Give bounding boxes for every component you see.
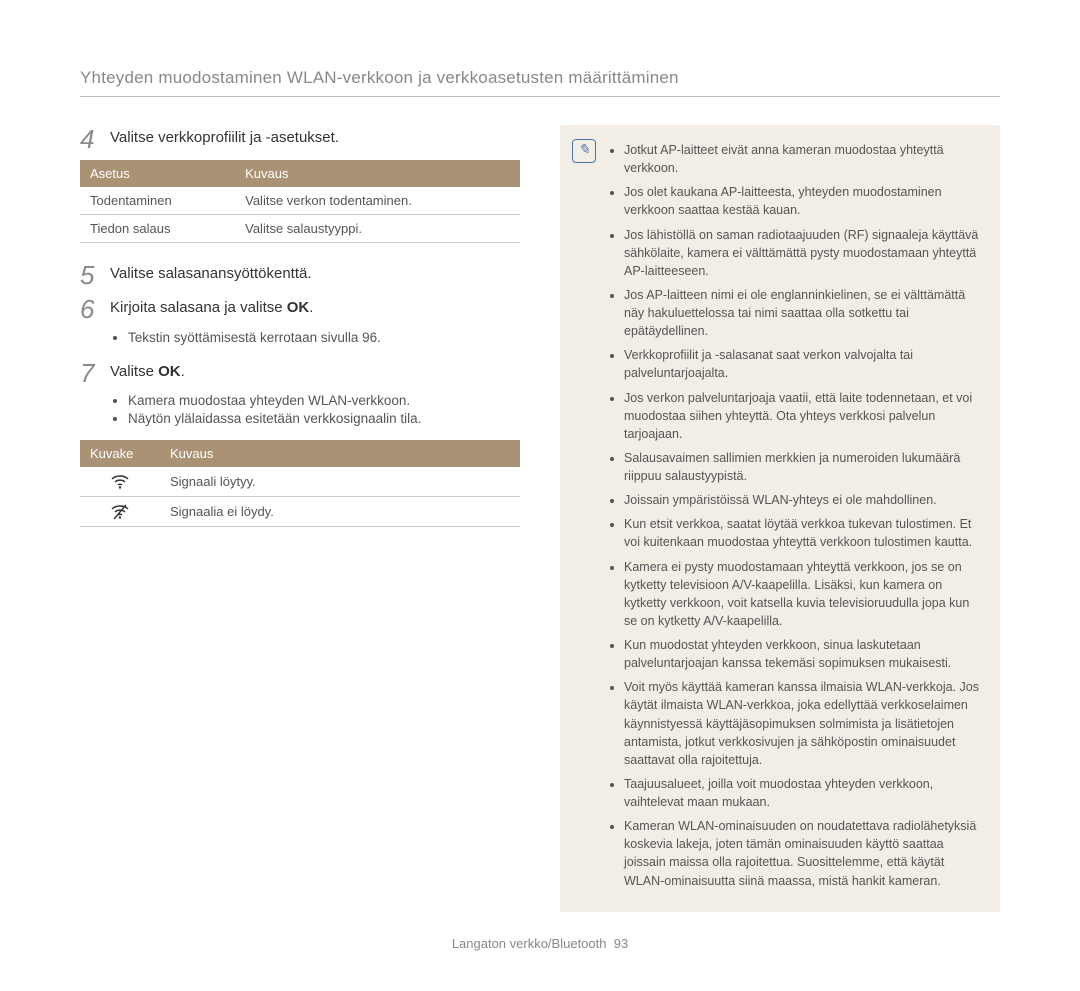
step-text: Valitse OK.: [110, 359, 185, 380]
footer-page-number: 93: [614, 936, 628, 951]
icons-header-description: Kuvaus: [160, 440, 520, 467]
manual-page: Yhteyden muodostaminen WLAN-verkkoon ja …: [0, 0, 1080, 991]
note-box: ✎ Jotkut AP-laitteet eivät anna kameran …: [560, 125, 1000, 912]
setting-name: Todentaminen: [80, 187, 235, 215]
step-text: Valitse verkkoprofiilit ja -asetukset.: [110, 125, 339, 146]
step-number: 4: [80, 125, 106, 154]
note-item: Kun muodostat yhteyden verkkoon, sinua l…: [624, 636, 982, 672]
step-text: Valitse salasanansyöttökenttä.: [110, 261, 312, 282]
step-7: 7 Valitse OK.: [80, 359, 520, 388]
step-text-suffix: .: [181, 363, 185, 380]
note-item: Taajuusalueet, joilla voit muodostaa yht…: [624, 775, 982, 811]
bullet-item: Kamera muodostaa yhteyden WLAN-verkkoon.: [128, 393, 520, 408]
setting-desc: Valitse salaustyyppi.: [235, 214, 520, 242]
settings-table: Asetus Kuvaus Todentaminen Valitse verko…: [80, 160, 520, 243]
page-footer: Langaton verkko/Bluetooth 93: [80, 936, 1000, 951]
note-item: Verkkoprofiilit ja -salasanat saat verko…: [624, 346, 982, 382]
settings-header-description: Kuvaus: [235, 160, 520, 187]
step-number: 7: [80, 359, 106, 388]
step-6-bullets: Tekstin syöttämisestä kerrotaan sivulla …: [80, 330, 520, 345]
note-item: Joissain ympäristöissä WLAN-yhteys ei ol…: [624, 491, 982, 509]
icon-desc: Signaalia ei löydy.: [160, 496, 520, 526]
step-text-prefix: Valitse: [110, 363, 158, 380]
right-column: ✎ Jotkut AP-laitteet eivät anna kameran …: [560, 125, 1000, 912]
setting-name: Tiedon salaus: [80, 214, 235, 242]
ok-label: OK: [287, 299, 310, 316]
page-title: Yhteyden muodostaminen WLAN-verkkoon ja …: [80, 68, 1000, 97]
step-text-prefix: Kirjoita salasana ja valitse: [110, 299, 287, 316]
step-7-bullets: Kamera muodostaa yhteyden WLAN-verkkoon.…: [80, 393, 520, 426]
icon-desc: Signaali löytyy.: [160, 467, 520, 496]
bullet-item: Tekstin syöttämisestä kerrotaan sivulla …: [128, 330, 520, 345]
note-icon: ✎: [572, 139, 596, 163]
note-item: Kameran WLAN-ominaisuuden on noudatettav…: [624, 817, 982, 890]
step-6: 6 Kirjoita salasana ja valitse OK.: [80, 295, 520, 324]
note-item: Jos verkon palveluntarjoaja vaatii, että…: [624, 389, 982, 443]
step-number: 5: [80, 261, 106, 290]
note-item: Jotkut AP-laitteet eivät anna kameran mu…: [624, 141, 982, 177]
table-row: Todentaminen Valitse verkon todentaminen…: [80, 187, 520, 215]
note-item: Jos olet kaukana AP-laitteesta, yhteyden…: [624, 183, 982, 219]
content-columns: 4 Valitse verkkoprofiilit ja -asetukset.…: [80, 125, 1000, 912]
note-item: Kamera ei pysty muodostamaan yhteyttä ve…: [624, 558, 982, 631]
step-5: 5 Valitse salasanansyöttökenttä.: [80, 261, 520, 290]
note-item: Salausavaimen sallimien merkkien ja nume…: [624, 449, 982, 485]
table-row: Tiedon salaus Valitse salaustyyppi.: [80, 214, 520, 242]
note-item: Jos AP-laitteen nimi ei ole englanninkie…: [624, 286, 982, 340]
table-row: Signaali löytyy.: [80, 467, 520, 496]
footer-section: Langaton verkko/Bluetooth: [452, 936, 607, 951]
left-column: 4 Valitse verkkoprofiilit ja -asetukset.…: [80, 125, 520, 912]
bullet-item: Näytön ylälaidassa esitetään verkkosigna…: [128, 411, 520, 426]
note-item: Voit myös käyttää kameran kanssa ilmaisi…: [624, 678, 982, 769]
step-text: Kirjoita salasana ja valitse OK.: [110, 295, 313, 316]
note-item: Jos lähistöllä on saman radiotaajuuden (…: [624, 226, 982, 280]
step-text-suffix: .: [309, 299, 313, 316]
icons-header-icon: Kuvake: [80, 440, 160, 467]
wifi-not-found-icon: [80, 496, 160, 526]
settings-header-setting: Asetus: [80, 160, 235, 187]
wifi-found-icon: [80, 467, 160, 496]
table-row: Signaalia ei löydy.: [80, 496, 520, 526]
setting-desc: Valitse verkon todentaminen.: [235, 187, 520, 215]
icons-table: Kuvake Kuvaus Signaali löytyy.: [80, 440, 520, 526]
step-number: 6: [80, 295, 106, 324]
note-list: Jotkut AP-laitteet eivät anna kameran mu…: [608, 141, 982, 890]
note-item: Kun etsit verkkoa, saatat löytää verkkoa…: [624, 515, 982, 551]
step-4: 4 Valitse verkkoprofiilit ja -asetukset.: [80, 125, 520, 154]
ok-label: OK: [158, 363, 181, 380]
